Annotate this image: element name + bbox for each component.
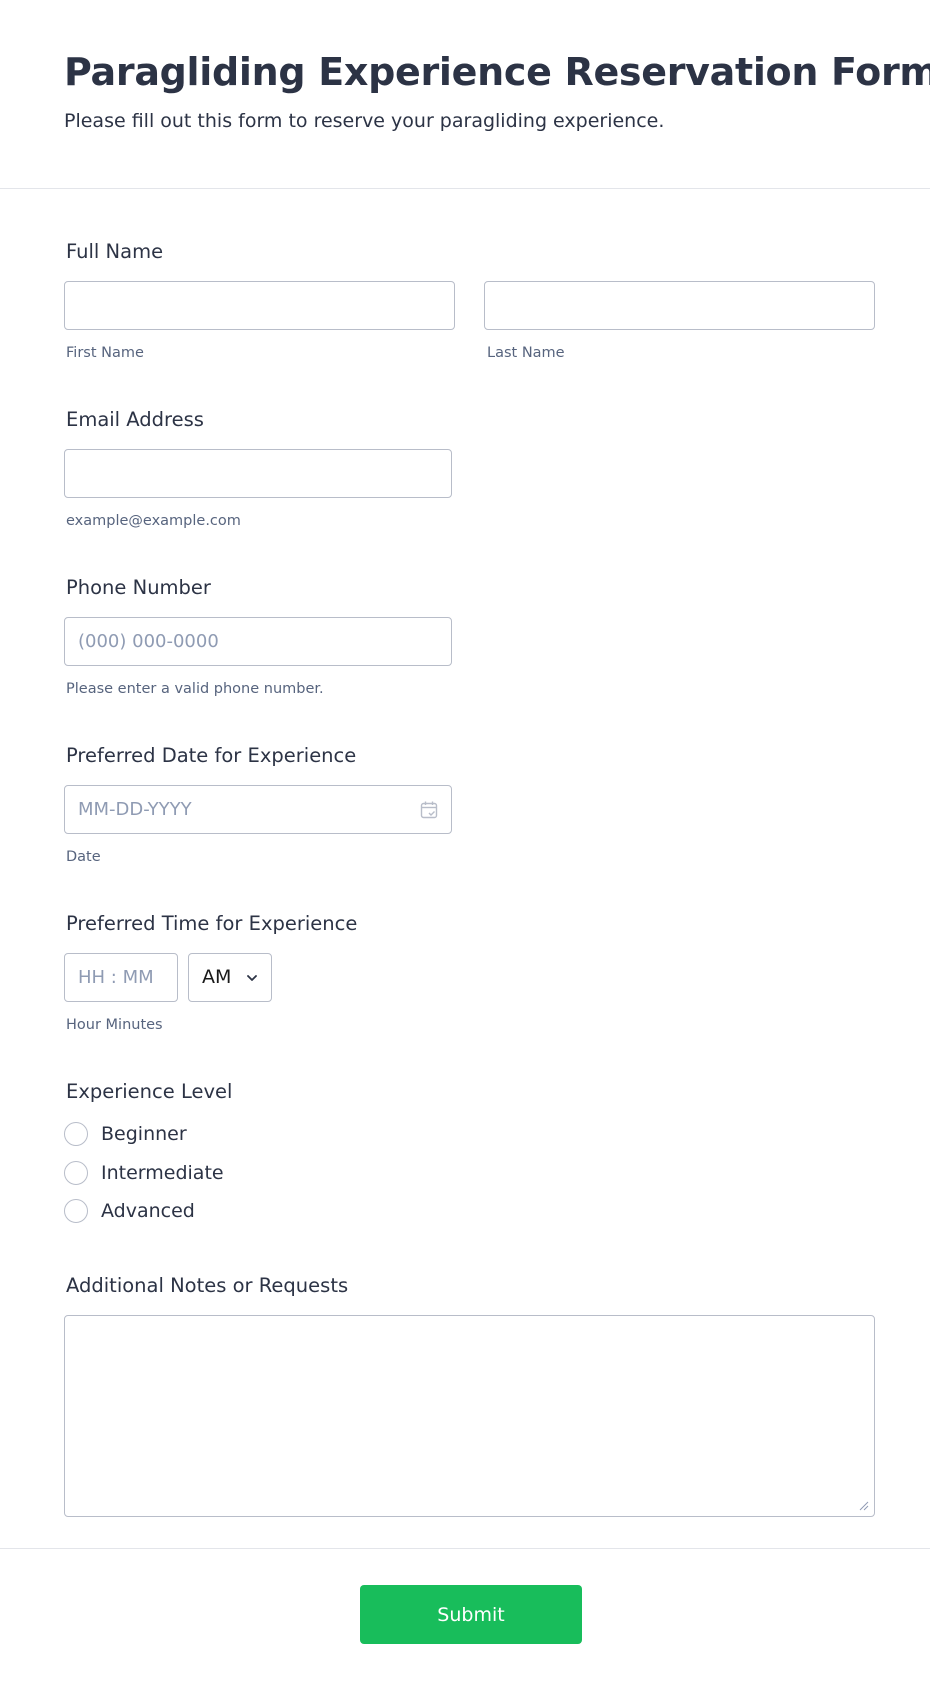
time-sublabel: Hour Minutes — [66, 1017, 163, 1033]
notes-label: Additional Notes or Requests — [66, 1274, 349, 1297]
ampm-selected-value: AM — [202, 966, 232, 988]
email-label: Email Address — [66, 408, 204, 431]
page-title: Paragliding Experience Reservation Form — [64, 50, 930, 94]
footer-divider — [0, 1548, 930, 1549]
phone-input[interactable] — [64, 617, 452, 666]
phone-sublabel: Please enter a valid phone number. — [66, 681, 324, 697]
radio-option-intermediate[interactable]: Intermediate — [64, 1161, 324, 1187]
form-header: Paragliding Experience Reservation Form … — [0, 0, 930, 189]
last-name-sublabel: Last Name — [487, 345, 565, 361]
radio-option-beginner[interactable]: Beginner — [64, 1122, 324, 1148]
ampm-select[interactable]: AM — [188, 953, 272, 1002]
calendar-icon[interactable] — [419, 800, 439, 820]
radio-label: Intermediate — [101, 1162, 224, 1184]
notes-textarea[interactable] — [64, 1315, 875, 1517]
date-sublabel: Date — [66, 849, 101, 865]
date-label: Preferred Date for Experience — [66, 744, 357, 767]
first-name-input[interactable] — [64, 281, 455, 330]
radio-button[interactable] — [64, 1199, 88, 1223]
time-label: Preferred Time for Experience — [66, 912, 358, 935]
date-input[interactable] — [64, 785, 452, 834]
time-input[interactable] — [64, 953, 178, 1002]
experience-label: Experience Level — [66, 1080, 233, 1103]
phone-label: Phone Number — [66, 576, 211, 599]
first-name-sublabel: First Name — [66, 345, 144, 361]
radio-label: Beginner — [101, 1123, 187, 1145]
submit-button[interactable]: Submit — [360, 1585, 582, 1644]
radio-option-advanced[interactable]: Advanced — [64, 1199, 324, 1225]
chevron-down-icon — [247, 975, 257, 981]
last-name-input[interactable] — [484, 281, 875, 330]
email-input[interactable] — [64, 449, 452, 498]
full-name-label: Full Name — [66, 240, 164, 263]
page-subtitle: Please fill out this form to reserve you… — [64, 110, 665, 132]
radio-label: Advanced — [101, 1200, 195, 1222]
email-sublabel: example@example.com — [66, 513, 241, 529]
resize-handle-icon[interactable] — [859, 1501, 869, 1511]
radio-button[interactable] — [64, 1161, 88, 1185]
radio-button[interactable] — [64, 1122, 88, 1146]
